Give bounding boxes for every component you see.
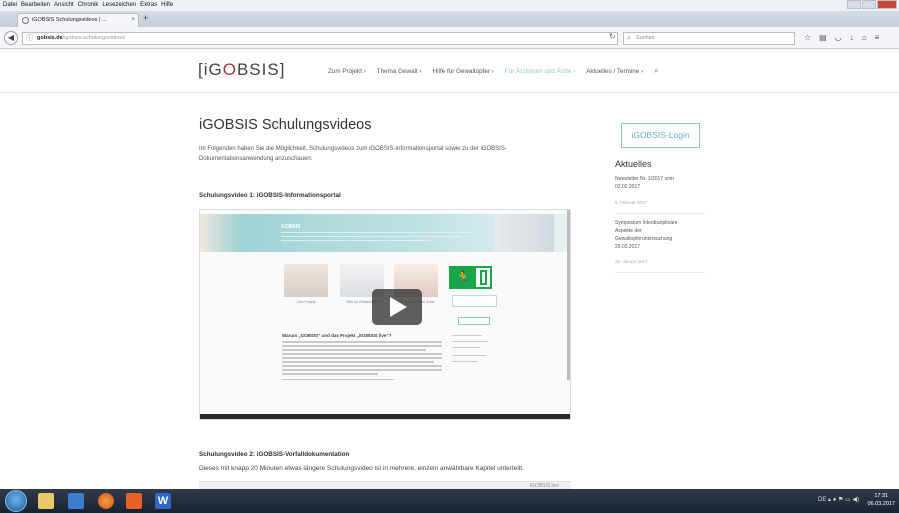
- nav-aerztinnen-aerzte[interactable]: Für Ärztinnen und Ärzte ›: [505, 68, 575, 76]
- sidebar-heading: Aktuelles: [615, 159, 652, 169]
- video2-heading: Schulungsvideo 2: iGOBSIS-Vorfalldokumen…: [199, 451, 350, 458]
- clock-time: 17:31: [874, 493, 889, 499]
- intro-text: Im Folgenden haben Sie die Möglichkeit, …: [199, 146, 507, 162]
- site-header: [iGOBSIS] Zum Projekt › Thema Gewalt › H…: [0, 49, 899, 93]
- video-preview-banner: GOBSIS: [200, 214, 570, 252]
- window-controls: [846, 0, 897, 10]
- menu-edit[interactable]: Bearbeiten: [21, 0, 50, 11]
- site-nav: Zum Projekt › Thema Gewalt › Hilfe für G…: [328, 66, 670, 76]
- preview-card-label: Zum Projekt: [296, 300, 316, 304]
- tab-title: iGOBSIS Schulungsvideos | ...: [32, 17, 107, 23]
- tab-close-icon[interactable]: ×: [131, 14, 135, 26]
- start-button[interactable]: [5, 490, 27, 512]
- preview-scrollbar: [567, 210, 570, 380]
- site-search-icon[interactable]: ⌕: [654, 66, 658, 76]
- search-input[interactable]: ⌕ Suchen: [623, 32, 795, 45]
- video-controls-bar[interactable]: [200, 414, 570, 419]
- outlook-icon[interactable]: [68, 493, 84, 509]
- tab-bar: iGOBSIS Schulungsvideos | ... ×: [0, 11, 899, 27]
- clock-date: 06.03.2017: [867, 501, 895, 507]
- reload-icon[interactable]: ↻: [609, 32, 616, 41]
- play-button[interactable]: [372, 289, 422, 325]
- video1-player[interactable]: GOBSIS Zum Projekt Hilfe für Gewaltopfer…: [199, 209, 571, 420]
- login-button[interactable]: iGOBSIS-Login: [621, 123, 700, 148]
- menu-file[interactable]: Datei: [3, 0, 17, 11]
- bookmark-star-icon[interactable]: ☆: [804, 33, 811, 42]
- taskbar-clock[interactable]: 17:31 06.03.2017: [867, 492, 895, 508]
- menu-tools[interactable]: Extras: [140, 0, 157, 11]
- back-button[interactable]: ◀: [4, 31, 18, 45]
- logo-text-right: BSIS]: [236, 60, 286, 79]
- powerpoint-icon[interactable]: [126, 493, 142, 509]
- home-icon[interactable]: ⌂: [862, 33, 867, 42]
- logo-mark: O: [222, 60, 237, 79]
- tray-language[interactable]: DE: [818, 497, 826, 503]
- news-date: 25. Januar 2017: [615, 259, 648, 264]
- nav-thema-gewalt[interactable]: Thema Gewalt ›: [377, 68, 422, 76]
- close-window-button[interactable]: [877, 0, 897, 9]
- preview-article: Warum „GOBSIS“ und das Projekt „iGOBSIS …: [282, 333, 442, 383]
- site-logo[interactable]: [iGOBSIS]: [198, 60, 285, 80]
- minimize-button[interactable]: [847, 0, 861, 9]
- favicon-icon: [22, 17, 29, 24]
- web-content: [iGOBSIS] Zum Projekt › Thema Gewalt › H…: [0, 49, 899, 489]
- nav-bar: ◀ ⓘ gobsis.de/igobsis-schulungsvideos/ ↻…: [0, 27, 899, 49]
- nav-aktuelles-termine[interactable]: Aktuelles / Termine ›: [586, 68, 643, 76]
- tray-icons[interactable]: ▴ ● ⚑ ▭ ◀): [828, 497, 859, 503]
- preview-sidebar: [452, 295, 497, 415]
- site-info-icon[interactable]: ⓘ: [26, 33, 33, 44]
- reading-list-icon[interactable]: ▤: [819, 33, 827, 42]
- logo-text-left: [iG: [198, 60, 223, 79]
- menu-bar: Datei Bearbeiten Ansicht Chronik Lesezei…: [0, 0, 899, 11]
- firefox-icon[interactable]: [98, 493, 114, 509]
- file-explorer-icon[interactable]: [38, 493, 54, 509]
- news-date: 6. Februar 2017: [615, 200, 648, 205]
- menu-help[interactable]: Hilfe: [161, 0, 173, 11]
- video2-description: Dieses mit knapp 20 Minuten etwas länger…: [199, 465, 524, 472]
- url-path: /igobsis-schulungsvideos/: [62, 35, 126, 41]
- news-link[interactable]: Symposium Interdisziplinäre Aspekte der …: [615, 219, 695, 251]
- new-tab-button[interactable]: +: [143, 13, 148, 23]
- menu-view[interactable]: Ansicht: [54, 0, 74, 11]
- video1-heading: Schulungsvideo 1: iGOBSIS-Informationspo…: [199, 192, 341, 199]
- exit-sign-icon: 🏃: [449, 266, 492, 289]
- page-title: iGOBSIS Schulungsvideos: [199, 117, 372, 133]
- taskbar: W DE ▴ ● ⚑ ▭ ◀) 17:31 06.03.2017: [0, 489, 899, 513]
- pocket-icon[interactable]: ◡: [835, 33, 842, 42]
- video2-player[interactable]: iGOBSIS live: [199, 481, 571, 489]
- nav-zum-projekt[interactable]: Zum Projekt ›: [328, 68, 366, 76]
- url-bar[interactable]: ⓘ gobsis.de/igobsis-schulungsvideos/: [22, 32, 618, 45]
- word-icon[interactable]: W: [155, 493, 171, 509]
- toolbar-icons: ☆ ▤ ◡ ↓ ⌂ ≡: [804, 33, 879, 42]
- news-link[interactable]: Newsletter Nr. 1/2017 vom 02.02.2017: [615, 175, 695, 191]
- menu-history[interactable]: Chronik: [78, 0, 99, 11]
- hamburger-menu-icon[interactable]: ≡: [875, 33, 880, 42]
- menu-bookmarks[interactable]: Lesezeichen: [102, 0, 136, 11]
- search-placeholder: Suchen: [636, 35, 655, 41]
- nav-hilfe-gewaltopfer[interactable]: Hilfe für Gewaltopfer ›: [433, 68, 494, 76]
- banner-photo-left: [200, 214, 240, 252]
- url-domain: gobsis.de: [37, 35, 63, 41]
- system-tray: DE ▴ ● ⚑ ▭ ◀): [818, 496, 859, 503]
- preview-card-1: [284, 264, 328, 297]
- video-preview-brand: GOBSIS: [281, 224, 301, 230]
- preview-article-heading: Warum „GOBSIS“ und das Projekt „iGOBSIS …: [282, 333, 392, 338]
- search-icon: ⌕: [627, 35, 631, 42]
- banner-photo: [494, 214, 554, 252]
- tab-igobsis[interactable]: iGOBSIS Schulungsvideos | ... ×: [17, 13, 139, 27]
- maximize-button[interactable]: [862, 0, 876, 9]
- download-icon[interactable]: ↓: [850, 33, 854, 42]
